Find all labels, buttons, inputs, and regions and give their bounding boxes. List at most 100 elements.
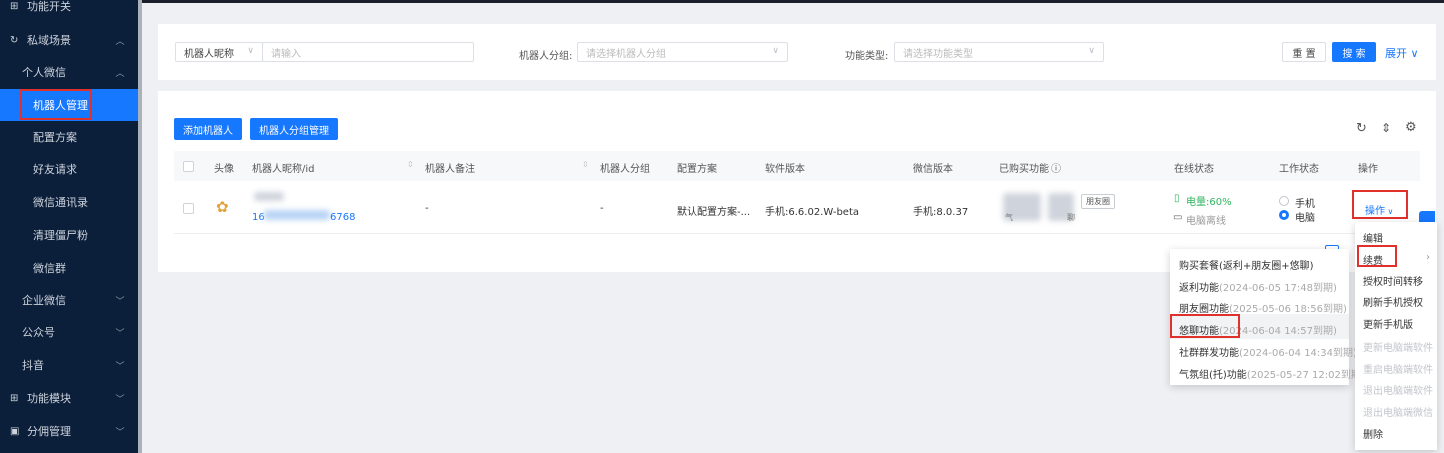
battery-icon: ▯ [1174,193,1180,204]
operation-dropdown[interactable]: 操作 ∨ [1365,202,1393,217]
battery-status: 电量:60% [1186,197,1232,208]
radio-phone[interactable] [1279,196,1289,206]
type-filter-label: 功能类型: [845,51,889,62]
type-select[interactable]: 请选择功能类型 ∨ [894,42,1104,62]
sidebar-item-feature-module[interactable]: ⊞ 功能模块 ﹀ [0,382,138,414]
nickname-input[interactable]: 请输入 [262,42,474,62]
box-icon: ▣ [10,425,20,437]
grid-icon: ⊞ [10,0,19,12]
chevron-down-icon: ∨ [1407,47,1419,60]
group-manage-button[interactable]: 机器人分组管理 [250,118,338,140]
row-checkbox[interactable] [183,203,194,214]
sort-icon[interactable]: ⇳ [407,160,414,169]
search-button[interactable]: 搜 索 [1332,42,1376,62]
group-filter-label: 机器人分组: [519,51,573,62]
chevron-up-icon: ︿ [115,68,125,79]
nickname-select[interactable]: 机器人昵称 ∨ [175,42,263,62]
select-all-checkbox[interactable] [183,161,194,172]
sidebar-item-feature-switch[interactable]: ⊞ 功能开关 [0,0,138,22]
menu-item-transfer[interactable]: 授权时间转移 [1363,273,1423,288]
submenu-item[interactable]: 返利功能(2024-06-05 17:48到期) [1179,279,1337,294]
chevron-down-icon: ﹀ [115,296,125,307]
sidebar-item-wechat-group[interactable]: 微信群 [0,252,138,284]
menu-item-refresh-auth[interactable]: 刷新手机授权 [1363,294,1423,309]
menu-item-exit-wechat: 退出电脑端微信 [1363,408,1433,419]
chevron-down-icon: ﹀ [115,361,125,372]
menu-item-exit-pc: 退出电脑端软件 [1363,386,1433,397]
sidebar-divider [138,0,142,453]
column-height-icon[interactable]: ⇕ [1381,121,1391,135]
submenu-item[interactable]: 气氛组(托)功能(2025-05-27 12:02到期) [1179,366,1365,381]
sidebar-item-contacts[interactable]: 微信通讯录 [0,186,138,218]
col-avatar: 头像 [214,164,234,175]
menu-item-edit[interactable]: 编辑 [1363,230,1383,245]
radio-pc[interactable] [1279,210,1289,220]
submenu-item[interactable]: 社群群发功能(2024-06-04 14:34到期) [1179,344,1357,359]
sidebar-item-private-domain[interactable]: ↻ 私域场景 ︿ [0,24,138,56]
robot-id-suffix[interactable]: 6768 [330,212,355,223]
chevron-up-icon: ︿ [115,36,125,47]
gear-icon[interactable]: ⚙ [1405,120,1417,135]
col-software: 软件版本 [765,164,805,175]
table-card [158,91,1436,272]
sidebar-item-douyin[interactable]: 抖音 ﹀ [0,349,138,381]
sidebar-item-clean-fans[interactable]: 清理僵尸粉 [0,219,138,251]
sidebar-item-config-plan[interactable]: 配置方案 [0,121,138,153]
submenu-item[interactable]: 悠聊功能(2024-06-04 14:57到期) [1179,322,1337,337]
col-ops: 操作 [1358,164,1378,175]
col-work: 工作状态 [1279,164,1319,175]
sort-icon[interactable]: ⇳ [582,160,589,169]
sidebar: ⊞ 功能开关 ↻ 私域场景 ︿ 个人微信 ︿ 机器人管理 配置方案 好友请求 微… [0,0,138,453]
monitor-icon: ▭ [1173,212,1183,223]
chevron-down-icon: ∨ [247,46,254,56]
reset-button[interactable]: 重 置 [1282,42,1326,62]
menu-item-renew[interactable]: 续费 [1363,252,1383,267]
sidebar-item-personal-wechat[interactable]: 个人微信 ︿ [0,56,138,88]
col-online: 在线状态 [1174,164,1214,175]
submenu-item[interactable]: 朋友圈功能(2025-05-06 18:56到期) [1179,300,1347,315]
question-icon: ⓘ [1051,164,1061,175]
group-cell: - [600,203,604,214]
col-features: 已购买功能 [999,164,1049,175]
sidebar-item-work-wechat[interactable]: 企业微信 ﹀ [0,284,138,316]
chevron-down-icon: ∨ [772,46,779,56]
top-bar [0,0,1444,3]
chevron-right-icon: › [1426,252,1430,263]
software-cell: 手机:6.6.02.W-beta [765,207,859,218]
expand-link[interactable]: 展开 ∨ [1385,45,1419,61]
pc-status: 电脑离线 [1186,216,1226,227]
sidebar-item-friend-request[interactable]: 好友请求 [0,153,138,185]
chevron-down-icon: ∨ [1385,207,1394,216]
row-divider [174,233,1420,234]
submenu-item[interactable]: 购买套餐(返利+朋友圈+悠聊) [1179,257,1314,272]
wechat-cell: 手机:8.0.37 [913,207,969,218]
col-wechat: 微信版本 [913,164,953,175]
robot-id-redacted [264,210,330,220]
refresh-icon[interactable]: ↻ [1356,121,1367,136]
sidebar-item-robot-manage[interactable]: 机器人管理 [0,89,138,121]
robot-id-prefix[interactable]: 16 [252,212,265,223]
radio-pc-label: 电脑 [1295,213,1315,224]
col-group: 机器人分组 [600,164,650,175]
feature-fragment: 气 [1005,213,1013,222]
sidebar-item-official-account[interactable]: 公众号 ﹀ [0,316,138,348]
radio-phone-label: 手机 [1295,199,1315,210]
chevron-down-icon: ﹀ [115,427,125,438]
chevron-down-icon: ﹀ [115,328,125,339]
col-nickname: 机器人昵称/id [252,164,315,175]
sync-icon: ↻ [10,34,19,46]
menu-item-update-phone[interactable]: 更新手机版 [1363,316,1413,331]
feature-fragment: 聊 [1067,213,1075,222]
add-robot-button[interactable]: 添加机器人 [174,118,242,140]
menu-item-delete[interactable]: 删除 [1363,426,1383,441]
col-remark: 机器人备注 [425,164,475,175]
config-cell: 默认配置方案-... [677,207,751,218]
chevron-down-icon: ∨ [1088,46,1095,56]
chevron-down-icon: ﹀ [115,394,125,405]
grid-icon: ⊞ [10,392,19,404]
menu-item-restart-pc: 重启电脑端软件 [1363,365,1433,376]
sidebar-item-commission[interactable]: ▣ 分佣管理 ﹀ [0,415,138,447]
menu-item-update-pc: 更新电脑端软件 [1363,343,1433,354]
group-select[interactable]: 请选择机器人分组 ∨ [577,42,788,62]
col-config: 配置方案 [677,164,717,175]
